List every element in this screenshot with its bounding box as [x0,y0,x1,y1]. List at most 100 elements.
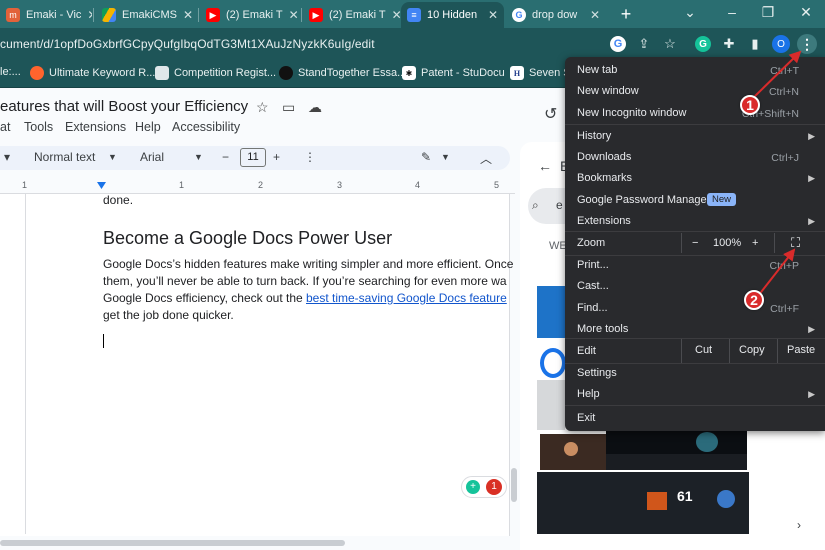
paragraph-text: them, you’ll never be able to turn back.… [103,274,507,288]
menu-item-bookmarks[interactable]: Bookmarks [577,172,632,184]
menu-tools[interactable]: Tools [24,120,53,134]
chevron-down-icon[interactable]: ▾ [4,150,10,164]
close-icon[interactable]: ✕ [590,8,600,22]
zoom-out-button[interactable]: − [692,237,698,249]
bookmark-item[interactable]: le:... [0,66,21,78]
search-result-thumbnail[interactable] [606,430,747,454]
tab-10-hidden[interactable]: ≡ 10 Hidden ✕ [401,2,504,28]
tab-emakicms[interactable]: EmakiCMS ✕ [96,2,196,28]
bookmark-item[interactable]: Ultimate Keyword R... [30,66,155,80]
history-icon[interactable]: ↺ [544,104,557,124]
new-tab-button[interactable]: + [616,4,636,25]
tab-emaki-vic[interactable]: m Emaki - Vic ✕ [0,2,92,28]
chevron-right-icon[interactable]: › [797,518,801,532]
google-lens-icon[interactable]: G [608,34,628,54]
document-page[interactable]: done. Become a Google Docs Power User Go… [0,193,513,536]
copy-button[interactable]: Copy [739,344,765,356]
menu-item-print[interactable]: Print... [577,259,609,271]
shortcut-label: Ctrl+T [770,65,799,77]
pen-edit-icon[interactable]: ✎ [421,150,431,164]
search-result-thumbnail[interactable] [537,380,565,430]
menu-item-history[interactable]: History [577,130,611,142]
menu-item-extensions[interactable]: Extensions [577,215,631,227]
search-result-thumbnail[interactable]: 61 [537,472,749,534]
paste-button[interactable]: Paste [787,344,815,356]
horizontal-scrollbar[interactable] [0,540,345,546]
submenu-arrow-icon: ▶ [808,324,815,334]
share-icon[interactable]: ⇪ [634,34,654,54]
side-panel-icon[interactable]: ▮ [745,34,765,54]
chevron-down-icon[interactable]: ▼ [441,152,450,162]
search-result-thumbnail[interactable] [606,454,747,470]
move-folder-icon[interactable]: ▭ [282,99,295,116]
side-panel-search[interactable]: ⌕ e [528,188,568,224]
close-icon[interactable]: ✕ [488,8,498,22]
close-icon[interactable]: ✕ [289,8,299,22]
minimize-button[interactable]: – [722,4,742,20]
menu-item-help[interactable]: Help [577,388,600,400]
tab-drop-down[interactable]: G drop dow ✕ [506,2,606,28]
close-icon[interactable]: ✕ [392,8,401,22]
indent-marker-icon[interactable] [97,182,106,189]
bookmark-star-icon[interactable]: ☆ [660,34,680,54]
tab-title: (2) Emaki T [329,9,386,21]
tab-youtube-1[interactable]: ▶ (2) Emaki T ✕ [200,2,300,28]
zoom-in-button[interactable]: + [752,237,758,249]
profile-avatar[interactable]: O [771,34,791,54]
annotation-marker-2: 2 [744,290,764,310]
bookmark-label: Competition Regist... [174,67,277,79]
decrease-font-button[interactable]: − [222,150,229,164]
close-window-button[interactable]: ✕ [796,4,816,21]
close-icon[interactable]: ✕ [183,8,193,22]
grammarly-icon[interactable]: G [693,34,713,54]
url-field[interactable]: cument/d/1opfDoGxbrfGCpyQufgIbqOdTG3Mt1X… [0,37,375,51]
bookmark-item[interactable]: ✱ Patent - StuDocu [402,66,505,80]
back-arrow-icon[interactable]: ← [538,158,552,174]
menu-item-cast[interactable]: Cast... [577,280,609,292]
menu-help[interactable]: Help [135,120,161,134]
more-options-icon[interactable]: ⋮ [304,150,316,164]
tab-search-icon[interactable]: ⌄ [680,4,700,21]
font-size-input[interactable]: 11 [240,148,266,167]
restore-button[interactable]: ❐ [758,4,778,21]
menu-item-more-tools[interactable]: More tools [577,323,628,335]
vertical-scrollbar[interactable] [511,468,517,502]
document-title[interactable]: eatures that will Boost your Efficiency [0,98,248,115]
fullscreen-icon[interactable]: ⛶ [791,235,800,251]
bookmark-item[interactable]: Competition Regist... [155,66,276,80]
menu-item-find[interactable]: Find... [577,302,608,314]
star-icon[interactable]: ☆ [256,99,269,116]
menu-item-downloads[interactable]: Downloads [577,151,631,163]
bookmark-label: le:... [0,66,21,78]
paragraph-style-select[interactable]: Normal text [34,150,95,164]
address-bar-row: cument/d/1opfDoGxbrfGCpyQufgIbqOdTG3Mt1X… [0,28,825,60]
extensions-puzzle-icon[interactable]: ✚ [719,34,739,54]
menu-extensions[interactable]: Extensions [65,120,126,134]
menu-item-new-window[interactable]: New window [577,85,639,97]
shortcut-label: Ctrl+F [770,303,799,315]
font-select[interactable]: Arial [140,150,164,164]
search-result-thumbnail[interactable] [540,348,566,378]
menu-item-new-tab[interactable]: New tab [577,64,617,76]
cloud-saved-icon[interactable]: ☁ [308,99,322,116]
menu-accessibility[interactable]: Accessibility [172,120,240,134]
notification-badge[interactable]: 1 [486,479,502,495]
chevron-down-icon[interactable]: ▼ [194,152,203,162]
chrome-menu-button[interactable]: ⋮ [797,34,817,54]
bookmark-item[interactable]: StandTogether Essa... [279,66,406,80]
search-result-thumbnail[interactable] [537,286,565,338]
add-comment-icon[interactable]: + [466,480,480,494]
search-result-thumbnail[interactable] [540,434,606,470]
cut-button[interactable]: Cut [695,344,712,356]
menu-item-exit[interactable]: Exit [577,412,595,424]
docs-features-link[interactable]: best time-saving Google Docs feature [306,291,507,305]
tab-youtube-2[interactable]: ▶ (2) Emaki T ✕ [303,2,401,28]
menu-format[interactable]: at [0,120,10,134]
collapse-menus-icon[interactable]: ︿ [480,150,492,167]
chevron-down-icon[interactable]: ▼ [108,152,117,162]
increase-font-button[interactable]: + [273,150,280,164]
menu-item-new-incognito-window[interactable]: New Incognito window [577,107,686,119]
menu-item-settings[interactable]: Settings [577,367,617,379]
menu-item-password-manager[interactable]: Google Password Manager [577,194,710,206]
close-icon[interactable]: ✕ [87,8,92,22]
